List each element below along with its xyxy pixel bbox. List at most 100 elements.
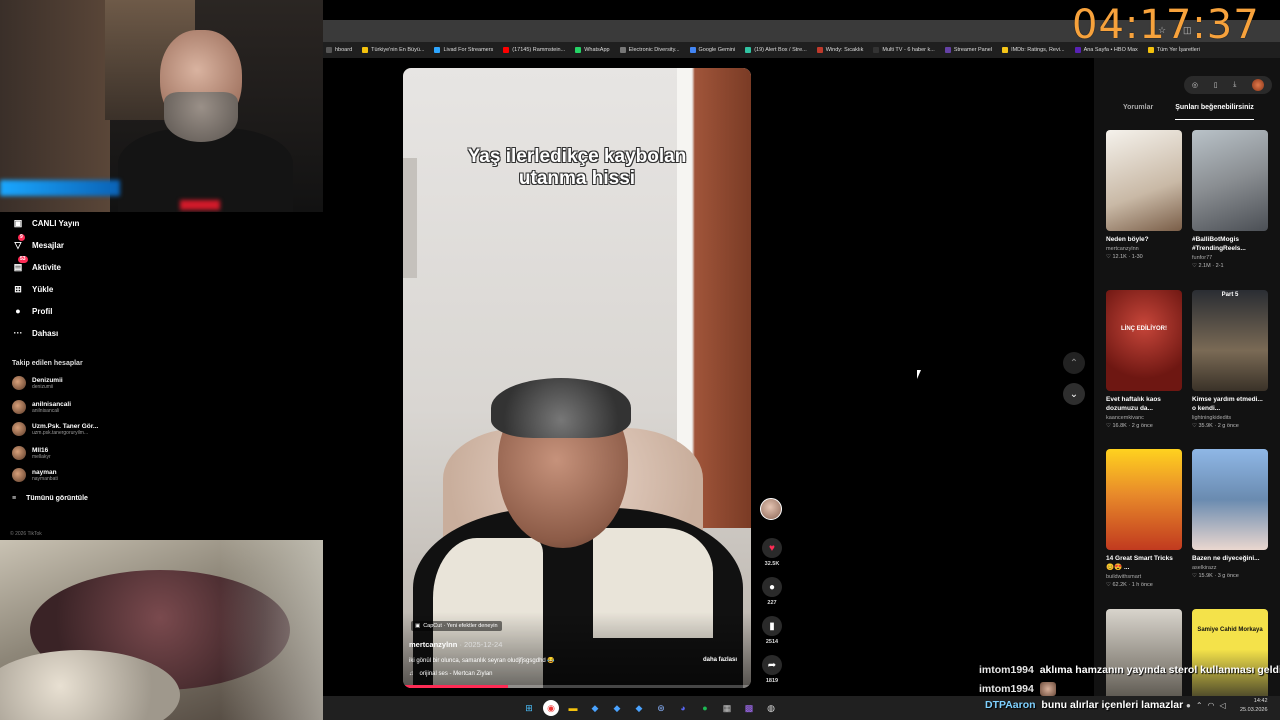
suggested-video-card[interactable]: Neden böyle? mertcanzylnn ♡ 12.1K · 1-30 [1106, 130, 1182, 260]
chevron-up-icon: ⌃ [1069, 357, 1079, 369]
bookmark-item[interactable]: Streamer Panel [944, 47, 992, 53]
more-link[interactable]: daha fazlası [703, 657, 737, 663]
app-icon[interactable]: ◆ [609, 700, 625, 716]
chrome-icon[interactable]: ◉ [543, 700, 559, 716]
right-panel: ◎ ▯ ⤓ Yorumlar Şunları beğenebilirsiniz … [1094, 58, 1280, 698]
bookmark-icon [873, 47, 880, 53]
video-description: iki gönül bir olunca, samanlık seyran ol… [409, 658, 555, 664]
bookmark-icon [326, 47, 332, 53]
see-all-link[interactable]: ≡ Tümünü görüntüle [12, 495, 88, 502]
avatar [12, 400, 26, 414]
nav-item-4[interactable]: ⊞ Yükle [12, 280, 53, 298]
bookmark-icon [362, 47, 369, 53]
following-account[interactable]: Denizumii denizumii [12, 376, 63, 390]
suggested-video-card[interactable]: Bazen ne diyeceğini... aselkirazz ♡ 15.9K … [1192, 449, 1268, 579]
twitch-icon[interactable]: ▩ [741, 700, 757, 716]
download-icon[interactable]: ⤓ [1233, 81, 1236, 89]
tab-suggested[interactable]: Şunları beğenebilirsiniz [1175, 102, 1254, 120]
video-thumbnail[interactable] [1106, 130, 1182, 231]
bookmark-item[interactable]: hboard [326, 47, 352, 53]
bookmark-icon [745, 47, 752, 53]
following-account[interactable]: Mll16 mellakyr [12, 446, 51, 460]
system-tray: ● ⌃ ◠ ◁ [1186, 701, 1226, 710]
suggested-video-card[interactable]: LİNÇ EDİLİYOR! Evet haftalık kaos dozumuz… [1106, 290, 1182, 429]
mic-icon[interactable]: ● [1186, 701, 1191, 710]
following-account[interactable]: Uzm.Psk. Taner Gör... uzm.psk.tanergorury… [12, 422, 98, 436]
nav-icon: ▣ [13, 217, 23, 228]
video-author[interactable]: mertcanzylnn · 2025-12-24 [409, 640, 502, 649]
taskbar-clock[interactable]: 14:42 25.03.2026 [1240, 697, 1268, 715]
notification-badge: 53 [18, 256, 28, 263]
bookmark-icon [434, 47, 441, 53]
share-button[interactable]: ➦ 1819 [760, 655, 784, 684]
bookmark-item[interactable]: (17145) Rammstein... [503, 47, 565, 53]
like-button[interactable]: ♥ 32.5K [760, 538, 784, 567]
chat-message: imtom1994 [979, 682, 1056, 696]
obs-icon[interactable]: ◍ [763, 700, 779, 716]
bookmark-item[interactable]: Google Gemini [689, 47, 735, 53]
volume-icon[interactable]: ◁ [1220, 701, 1226, 710]
next-video-button[interactable]: ⌄ [1063, 383, 1085, 405]
previous-video-button[interactable]: ⌃ [1063, 352, 1085, 374]
video-thumbnail[interactable] [1192, 449, 1268, 550]
panel-tabs: Yorumlar Şunları beğenebilirsiniz [1094, 102, 1280, 120]
video-thumbnail[interactable] [1192, 130, 1268, 231]
notification-badge: 9 [18, 234, 25, 241]
folder-icon[interactable]: ▬ [565, 700, 581, 716]
screen: ▣ CANLI Yayın ▽ 9 Mesajlar ▤ 53 Aktivite ⊞ Yükle ●… [0, 0, 1280, 720]
save-button[interactable]: ▮ 2514 [760, 616, 784, 645]
bookmark-icon [575, 47, 582, 53]
tab-comments[interactable]: Yorumlar [1123, 102, 1153, 120]
bookmark-icon [816, 47, 823, 53]
following-account[interactable]: anilnisancali anilnisancali [12, 400, 71, 414]
bookmark-item[interactable]: Windy: Sıcaklık [816, 47, 863, 53]
heart-icon: ♥ [762, 538, 782, 558]
video-sound[interactable]: ♫ orijinal ses - Mertcan Ziylan [409, 671, 493, 677]
bookmark-item[interactable]: IMDb: Ratings, Revi... [1002, 47, 1065, 53]
comment-button[interactable]: ● 227 [760, 577, 784, 606]
video-thumbnail[interactable] [1106, 449, 1182, 550]
nav-item-1[interactable]: ▣ CANLI Yayın [12, 214, 80, 232]
following-title: Takip edilen hesaplar [12, 360, 83, 367]
following-account[interactable]: nayman naymanbati [12, 468, 58, 482]
spotify-icon[interactable]: ● [697, 700, 713, 716]
nav-icon: ▽ 9 [14, 234, 25, 250]
copyright: © 2026 TikTok [10, 531, 42, 537]
bookmark-icon [619, 47, 626, 53]
nav-item-5[interactable]: ● Profil [12, 302, 52, 320]
discord-icon[interactable]: ◕ [675, 700, 691, 716]
creator-avatar[interactable] [760, 498, 782, 520]
suggested-video-card[interactable]: #BalliBotMogis #TrendingReels... funfor77… [1192, 130, 1268, 269]
nav-item-2[interactable]: ▽ 9 Mesajlar [12, 234, 64, 254]
windows-start-icon[interactable]: ⊞ [521, 700, 537, 716]
nav-icon: ··· [13, 328, 23, 338]
chevron-up-icon[interactable]: ⌃ [1196, 701, 1203, 710]
nav-item-3[interactable]: ▤ 53 Aktivite [12, 256, 61, 276]
video-thumbnail[interactable]: Part 5 [1192, 290, 1268, 391]
chevron-down-icon: ⌄ [1069, 388, 1079, 400]
bookmark-item[interactable]: Electronic Diversity... [619, 47, 680, 53]
video-thumbnail[interactable]: LİNÇ EDİLİYOR! [1106, 290, 1182, 391]
suggested-video-card[interactable]: 14 Great Smart Tricks 😊😍 ... buildwithsma… [1106, 449, 1182, 588]
bookmark-item[interactable]: WhatsApp [575, 47, 610, 53]
nav-icon: ● [15, 306, 21, 316]
video-player[interactable]: Yaş ilerledikçe kaybolan utanma hissi ▣ … [403, 68, 751, 688]
bookmark-item[interactable]: Livad For Streamers [434, 47, 493, 53]
app-icon[interactable]: ◆ [631, 700, 647, 716]
profile-avatar[interactable] [1252, 79, 1265, 91]
epic-icon[interactable]: ▦ [719, 700, 735, 716]
steam-icon[interactable]: ⊛ [653, 700, 669, 716]
wifi-icon[interactable]: ◠ [1208, 701, 1215, 710]
app-icon[interactable]: ◆ [587, 700, 603, 716]
nav-item-6[interactable]: ··· Dahası [12, 324, 59, 342]
bookmark-icon [503, 47, 510, 53]
compass-icon[interactable]: ◎ [1192, 81, 1198, 89]
capcut-tag[interactable]: ▣ CapCut · Yeni efektler deneyin [411, 621, 502, 631]
video-progress-bar[interactable] [405, 685, 749, 688]
phone-icon[interactable]: ▯ [1214, 81, 1218, 89]
bookmark-icon [689, 47, 696, 53]
bookmark-item[interactable]: Türkiye'nin En Büyü... [362, 47, 424, 53]
bookmark-item[interactable]: (19) Alert Box / Stre... [745, 47, 807, 53]
bookmark-item[interactable]: Multi TV - 6 haber k... [873, 47, 935, 53]
suggested-video-card[interactable]: Part 5 Kimse yardım etmedi... o kendi... l… [1192, 290, 1268, 429]
